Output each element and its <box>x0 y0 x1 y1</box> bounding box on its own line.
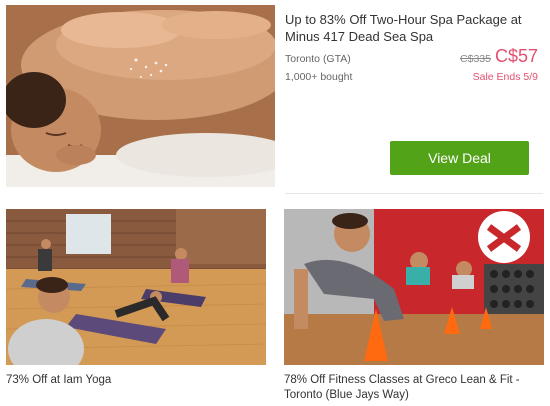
deal-card[interactable]: 78% Off Fitness Classes at Greco Lean & … <box>284 209 544 403</box>
bought-count: 1,000+ bought <box>285 71 353 83</box>
fitness-class-photo[interactable] <box>284 209 544 365</box>
original-price: C$335 <box>460 53 491 65</box>
spa-massage-image <box>6 5 275 187</box>
spa-massage-photo[interactable] <box>6 5 275 187</box>
divider <box>285 193 543 194</box>
deal-price: C$57 <box>494 46 538 66</box>
deal-title[interactable]: 73% Off at Iam Yoga <box>6 373 266 388</box>
deal-title[interactable]: 78% Off Fitness Classes at Greco Lean & … <box>284 373 544 403</box>
featured-deal[interactable]: Up to 83% Off Two-Hour Spa Package at Mi… <box>0 0 550 192</box>
view-deal-button[interactable]: View Deal <box>390 141 529 175</box>
sale-ends-label: Sale Ends 5/9 <box>472 71 538 83</box>
fitness-class-image <box>284 209 544 365</box>
deal-location: Toronto (GTA) <box>285 53 351 65</box>
price-block: C$335 C$57 <box>460 46 538 67</box>
yoga-class-image <box>6 209 266 365</box>
deal-card[interactable]: 73% Off at Iam Yoga <box>6 209 266 388</box>
deal-title[interactable]: Up to 83% Off Two-Hour Spa Package at Mi… <box>285 11 540 45</box>
yoga-class-photo[interactable] <box>6 209 266 365</box>
